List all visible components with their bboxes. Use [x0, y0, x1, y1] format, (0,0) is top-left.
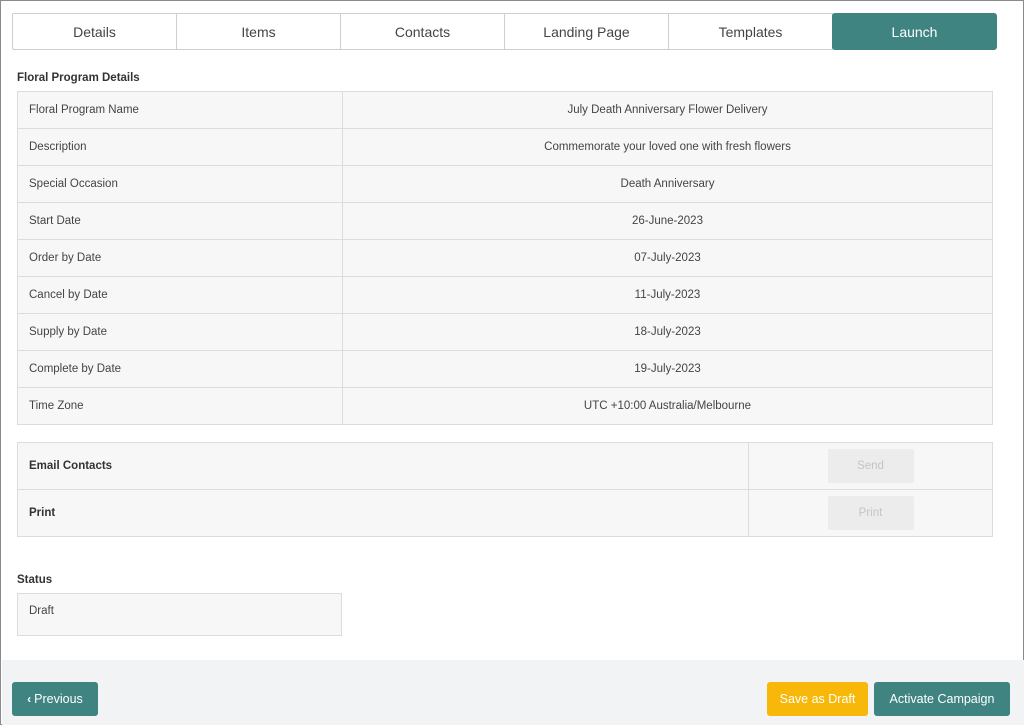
detail-value: 07-July-2023	[342, 239, 993, 277]
email-contacts-label: Email Contacts	[17, 442, 749, 490]
footer-bar: ‹ Previous Save as Draft Activate Campai…	[2, 660, 1024, 725]
save-as-draft-button[interactable]: Save as Draft	[767, 682, 868, 716]
launch-page: Details Items Contacts Landing Page Temp…	[0, 0, 1024, 725]
detail-value: Commemorate your loved one with fresh fl…	[342, 128, 993, 166]
detail-value: 18-July-2023	[342, 313, 993, 351]
print-cell: Print	[748, 489, 993, 537]
table-row: Complete by Date 19-July-2023	[17, 350, 993, 388]
previous-label: Previous	[34, 692, 83, 706]
send-cell: Send	[748, 442, 993, 490]
table-row: Description Commemorate your loved one w…	[17, 128, 993, 166]
chevron-left-icon: ‹	[27, 692, 32, 706]
detail-value: 19-July-2023	[342, 350, 993, 388]
status-label: Status	[17, 574, 53, 586]
print-label: Print	[17, 489, 749, 537]
detail-value: UTC +10:00 Australia/Melbourne	[342, 387, 993, 425]
send-button[interactable]: Send	[827, 449, 914, 483]
tab-landing-page[interactable]: Landing Page	[504, 13, 669, 50]
detail-label: Order by Date	[17, 239, 343, 277]
table-row: Print Print	[17, 489, 993, 537]
table-row: Email Contacts Send	[17, 442, 993, 490]
detail-label: Time Zone	[17, 387, 343, 425]
activate-campaign-button[interactable]: Activate Campaign	[874, 682, 1010, 716]
details-table: Floral Program Name July Death Anniversa…	[17, 91, 993, 425]
tab-items[interactable]: Items	[176, 13, 341, 50]
wizard-tabs: Details Items Contacts Landing Page Temp…	[12, 13, 997, 50]
table-row: Cancel by Date 11-July-2023	[17, 276, 993, 314]
detail-value: 26-June-2023	[342, 202, 993, 240]
table-row: Special Occasion Death Anniversary	[17, 165, 993, 203]
detail-label: Cancel by Date	[17, 276, 343, 314]
detail-label: Special Occasion	[17, 165, 343, 203]
tab-templates[interactable]: Templates	[668, 13, 833, 50]
detail-value: Death Anniversary	[342, 165, 993, 203]
table-row: Supply by Date 18-July-2023	[17, 313, 993, 351]
table-row: Order by Date 07-July-2023	[17, 239, 993, 277]
detail-label: Description	[17, 128, 343, 166]
table-row: Start Date 26-June-2023	[17, 202, 993, 240]
previous-button[interactable]: ‹ Previous	[12, 682, 98, 716]
detail-value: 11-July-2023	[342, 276, 993, 314]
table-row: Time Zone UTC +10:00 Australia/Melbourne	[17, 387, 993, 425]
tab-launch[interactable]: Launch	[832, 13, 997, 50]
tab-contacts[interactable]: Contacts	[340, 13, 505, 50]
section-title: Floral Program Details	[17, 72, 140, 84]
tab-details[interactable]: Details	[12, 13, 177, 50]
detail-label: Supply by Date	[17, 313, 343, 351]
detail-label: Start Date	[17, 202, 343, 240]
print-button[interactable]: Print	[827, 496, 914, 530]
actions-table: Email Contacts Send Print Print	[17, 442, 993, 537]
detail-label: Complete by Date	[17, 350, 343, 388]
detail-label: Floral Program Name	[17, 91, 343, 129]
table-row: Floral Program Name July Death Anniversa…	[17, 91, 993, 129]
status-value: Draft	[17, 593, 342, 636]
detail-value: July Death Anniversary Flower Delivery	[342, 91, 993, 129]
